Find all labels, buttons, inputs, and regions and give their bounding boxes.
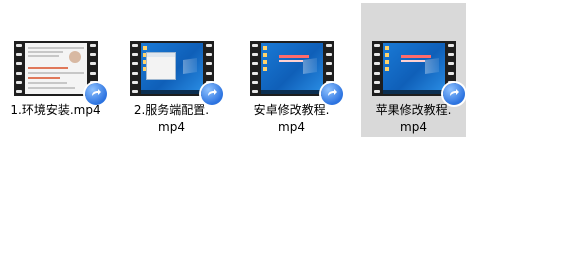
file-item[interactable]: 安卓修改教程. mp4	[239, 3, 344, 137]
file-name: 苹果修改教程. mp4	[375, 103, 452, 134]
file-item[interactable]: 1.环境安装.mp4	[3, 3, 108, 137]
video-thumbnail	[141, 43, 203, 94]
video-thumbnail	[261, 43, 323, 94]
video-file-icon	[14, 41, 107, 105]
video-file-icon	[130, 41, 223, 105]
video-thumbnail	[383, 43, 445, 94]
video-file-icon	[372, 41, 465, 105]
file-item[interactable]: 2.服务端配置. mp4	[119, 3, 224, 137]
video-file-icon	[250, 41, 343, 105]
file-item-selected[interactable]: 苹果修改教程. mp4	[361, 3, 466, 137]
video-thumbnail	[25, 43, 87, 94]
file-name: 安卓修改教程. mp4	[253, 103, 330, 134]
file-view: 1.环境安装.mp4 2.服务端配置. mp4 安卓修改教程. mp4 苹果修改…	[0, 0, 565, 262]
file-name: 1.环境安装.mp4	[10, 103, 101, 117]
file-name: 2.服务端配置. mp4	[133, 103, 210, 134]
